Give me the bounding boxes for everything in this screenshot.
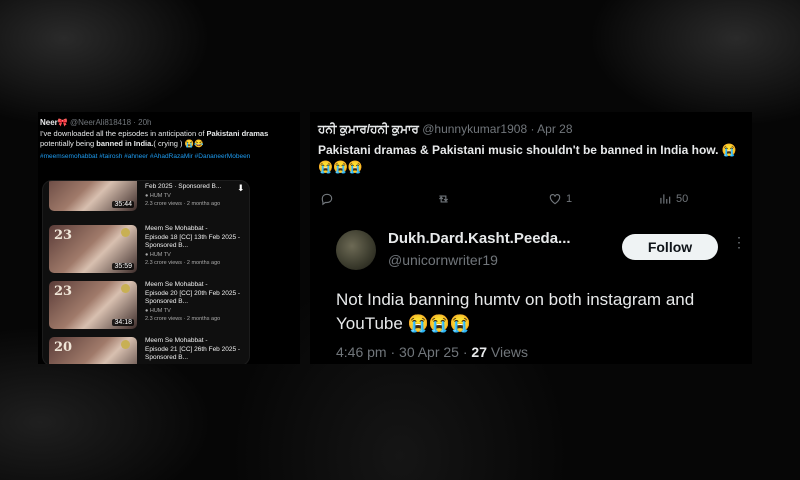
left-tweet-header: Neer🎀 @NeerAli818418 · 20h (40, 118, 152, 127)
left-tweet-text-bold: Pakistani dramas (206, 129, 269, 138)
video-title-line2[interactable]: Episode 20 [CC] 20th Feb 2025 - Sponsore… (145, 290, 245, 307)
video-list-item[interactable]: 35:44 Feb 2025 · Sponsored B... ● HUM TV 2… (49, 181, 245, 213)
like-count: 1 (566, 193, 573, 205)
video-title[interactable]: Meem Se Mohabbat - (145, 337, 245, 346)
left-tweet-text-part: ( crying ) 😭😂 (153, 139, 204, 148)
video-duration: 34:18 (112, 319, 134, 326)
video-title[interactable]: Feb 2025 · Sponsored B... (145, 183, 245, 192)
video-duration: 35:44 (112, 201, 134, 208)
right-tweet-time[interactable]: Apr 28 (537, 122, 572, 136)
video-channel[interactable]: ● HUM TV (145, 251, 245, 260)
like-button[interactable]: 1 (548, 192, 572, 206)
retweet-button[interactable] (436, 192, 455, 206)
video-stats: 2.3 crore views · 2 months ago (145, 260, 221, 266)
video-stats: 2.3 crore views · 2 months ago (145, 201, 221, 207)
reply-icon (321, 193, 333, 206)
right-tweet-author-name[interactable]: ਹਨੀ ਕੁਮਾਰ/ਹਨੀ ਕੁਮਾਰ (318, 122, 419, 136)
follow-button[interactable]: Follow (622, 234, 718, 260)
quoted-author-name[interactable]: Dukh.Dard.Kasht.Peeda... (388, 230, 571, 247)
quoted-tweet-views: 27 (471, 344, 487, 360)
left-tweet-screenshot: Neer🎀 @NeerAli818418 · 20h I've download… (38, 112, 300, 364)
left-tweet-text: I've downloaded all the episodes in anti… (38, 127, 300, 151)
left-tweet-handle[interactable]: @NeerAli818418 (70, 118, 131, 127)
reply-button[interactable] (320, 192, 338, 206)
views-button[interactable]: 50 (658, 192, 688, 206)
video-thumbnail[interactable]: 23 34:18 (49, 281, 137, 329)
video-channel[interactable]: ● HUM TV (145, 307, 245, 316)
quoted-tweet-time[interactable]: 4:46 pm · 30 Apr 25 · (336, 344, 471, 360)
right-tweet-screenshot: ਹਨੀ ਕੁਮਾਰ/ਹਨੀ ਕੁਮਾਰ @hunnykumar1908 · Ap… (310, 112, 752, 364)
left-tweet-author-name[interactable]: Neer🎀 (40, 118, 68, 127)
more-options-icon[interactable]: ⋮ (732, 234, 746, 251)
video-list-item[interactable]: 20 Meem Se Mohabbat - Episode 21 [CC] 26t… (49, 337, 245, 364)
video-stats: 2.3 crore views · 2 months ago (145, 316, 221, 322)
right-tweet-handle[interactable]: @hunnykumar1908 (422, 122, 527, 136)
retweet-icon (439, 195, 448, 203)
video-duration: 35:59 (112, 263, 134, 270)
left-tweet-time: 20h (138, 118, 152, 127)
quoted-tweet-meta: 4:46 pm · 30 Apr 25 · 27 Views (336, 344, 528, 360)
download-icon[interactable]: ⬇ (237, 183, 245, 194)
left-tweet-hashtags[interactable]: #meemsemohabbat #tairosh #ahneer #AhadRa… (38, 151, 300, 162)
video-thumbnail[interactable]: 20 (49, 337, 137, 364)
youtube-video-list: 35:44 Feb 2025 · Sponsored B... ● HUM TV 2… (42, 180, 250, 364)
video-title[interactable]: Meem Se Mohabbat - (145, 225, 245, 234)
episode-number: 23 (54, 228, 73, 243)
video-list-item[interactable]: 23 35:59 Meem Se Mohabbat - Episode 18 [CC… (49, 225, 245, 275)
tweet-action-bar: 1 50 (318, 192, 698, 208)
video-channel[interactable]: ● HUM TV (145, 192, 245, 201)
heart-icon (549, 194, 561, 205)
video-thumbnail[interactable]: 35:44 (49, 181, 137, 211)
views-chart-icon (660, 194, 671, 204)
right-tweet-text: Pakistani dramas & Pakistani music shoul… (318, 143, 737, 174)
right-tweet-header: ਹਨੀ ਕੁਮਾਰ/ਹਨੀ ਕੁਮਾਰ @hunnykumar1908 · Ap… (318, 122, 573, 136)
quoted-tweet[interactable]: Dukh.Dard.Kasht.Peeda... @unicornwriter1… (326, 220, 746, 364)
left-tweet-text-part: potentially being (40, 139, 97, 148)
video-title-line2[interactable]: Episode 18 [CC] 13th Feb 2025 - Sponsore… (145, 234, 245, 251)
hum-tv-logo-icon (121, 284, 130, 293)
left-tweet-text-part: I've downloaded all the episodes in anti… (40, 129, 207, 138)
quoted-tweet-text: Not India banning humtv on both instagra… (336, 290, 695, 333)
quoted-author-handle[interactable]: @unicornwriter19 (388, 252, 498, 268)
quoted-tweet-views-label: Views (486, 344, 528, 360)
video-title[interactable]: Meem Se Mohabbat - (145, 281, 245, 290)
left-tweet-text-bold: banned in India. (96, 139, 154, 148)
avatar[interactable] (336, 230, 376, 270)
hum-tv-logo-icon (121, 340, 130, 349)
video-thumbnail[interactable]: 23 35:59 (49, 225, 137, 273)
episode-number: 23 (54, 284, 73, 299)
video-list-item[interactable]: 23 34:18 Meem Se Mohabbat - Episode 20 [CC… (49, 281, 245, 331)
episode-number: 20 (54, 340, 73, 355)
hum-tv-logo-icon (121, 228, 130, 237)
views-count: 50 (676, 193, 689, 205)
video-title-line2[interactable]: Episode 21 [CC] 26th Feb 2025 - Sponsore… (145, 346, 245, 363)
